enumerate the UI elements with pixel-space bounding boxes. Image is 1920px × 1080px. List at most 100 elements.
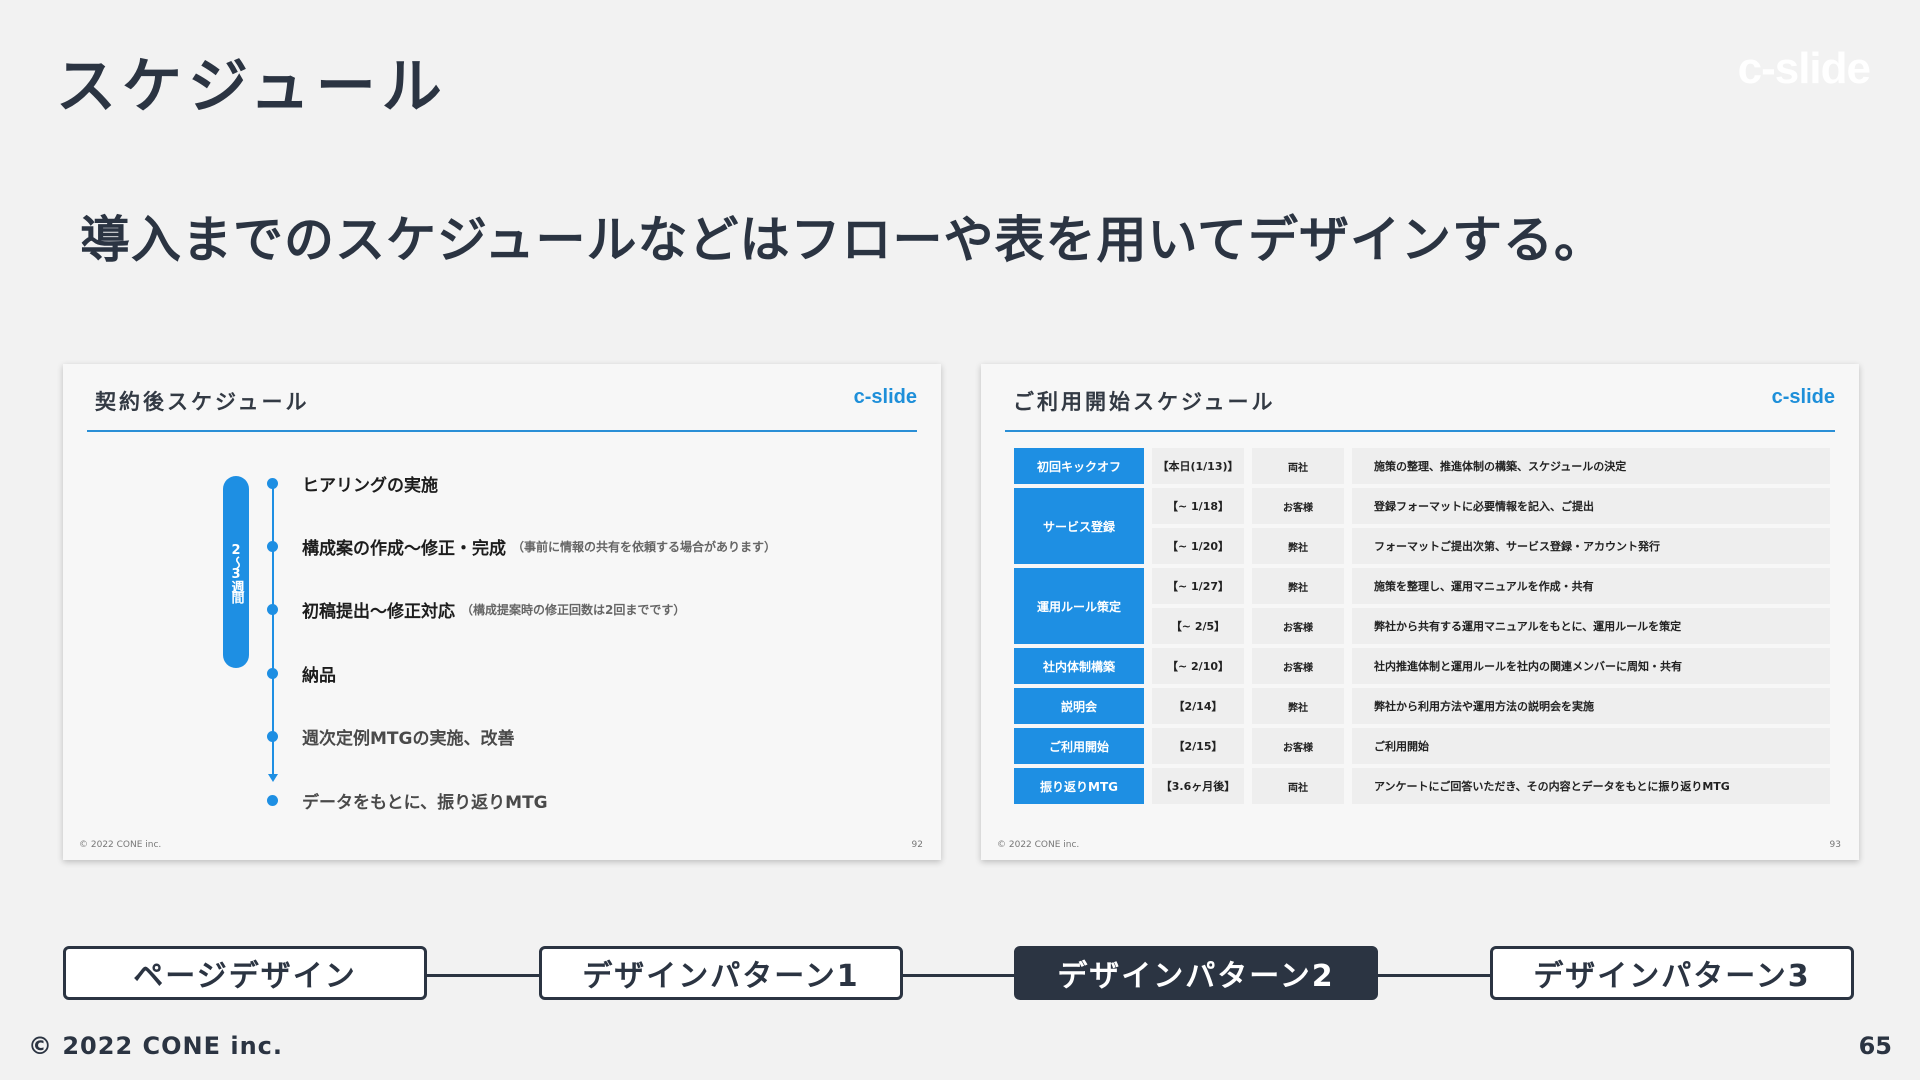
schedule-group: ご利用開始 【2/15】 お客様 ご利用開始 — [1014, 728, 1830, 764]
schedule-party: お客様 — [1252, 648, 1344, 684]
schedule-party: お客様 — [1252, 728, 1344, 764]
slide-divider — [87, 430, 917, 432]
schedule-date: 【本日(1/13)】 — [1152, 448, 1244, 484]
schedule-description: ご利用開始 — [1352, 728, 1830, 764]
schedule-party: お客様 — [1252, 488, 1344, 524]
schedule-date: 【~ 1/27】 — [1152, 568, 1244, 604]
phase-label: ご利用開始 — [1014, 728, 1144, 764]
timeline-item: ヒアリングの実施 — [267, 473, 438, 496]
timeline-item-text: データをもとに、振り返りMTG — [302, 792, 548, 813]
nav-button-2[interactable]: デザインパターン1 — [539, 946, 903, 1000]
slide-page-number: 92 — [911, 840, 923, 850]
nav-button-3[interactable]: デザインパターン2 — [1014, 946, 1378, 1000]
table-row: 【~ 1/27】 弊社 施策を整理し、運用マニュアルを作成・共有 — [1152, 568, 1830, 604]
duration-label: 2〜3週間 — [228, 542, 244, 602]
schedule-description: 弊社から共有する運用マニュアルをもとに、運用ルールを策定 — [1352, 608, 1830, 644]
table-row: 【本日(1/13)】 両社 施策の整理、推進体制の構築、スケジュールの決定 — [1152, 448, 1830, 484]
schedule-date: 【~ 2/5】 — [1152, 608, 1244, 644]
nav-button-1[interactable]: ページデザイン — [63, 946, 427, 1000]
schedule-date: 【~ 1/20】 — [1152, 528, 1244, 564]
schedule-party: 弊社 — [1252, 688, 1344, 724]
timeline-dot-icon — [267, 540, 278, 552]
schedule-group: 初回キックオフ 【本日(1/13)】 両社 施策の整理、推進体制の構築、スケジュールの… — [1014, 448, 1830, 484]
schedule-rows: 【~ 1/27】 弊社 施策を整理し、運用マニュアルを作成・共有 【~ 2/5】 お客様… — [1152, 568, 1830, 644]
schedule-description: 施策の整理、推進体制の構築、スケジュールの決定 — [1352, 448, 1830, 484]
schedule-party: 弊社 — [1252, 528, 1344, 564]
schedule-date: 【2/14】 — [1152, 688, 1244, 724]
schedule-group: 運用ルール策定 【~ 1/27】 弊社 施策を整理し、運用マニュアルを作成・共有 【~ … — [1014, 568, 1830, 644]
timeline-item-note: （構成提案時の修正回数は2回までです） — [461, 602, 686, 617]
slide-logo: c-slide — [1771, 386, 1835, 408]
page-title: スケジュール — [56, 52, 448, 122]
schedule-date: 【3.6ヶ月後】 — [1152, 768, 1244, 804]
schedule-group: 社内体制構築 【~ 2/10】 お客様 社内推進体制と運用ルールを社内の関連メンバーに… — [1014, 648, 1830, 684]
table-row: 【~ 2/5】 お客様 弊社から共有する運用マニュアルをもとに、運用ルールを策定 — [1152, 608, 1830, 644]
schedule-description: 弊社から利用方法や運用方法の説明会を実施 — [1352, 688, 1830, 724]
timeline-dot-icon — [267, 603, 278, 615]
schedule-description: 施策を整理し、運用マニュアルを作成・共有 — [1352, 568, 1830, 604]
timeline-item-text: 初稿提出〜修正対応 — [302, 601, 455, 622]
schedule-party: 両社 — [1252, 768, 1344, 804]
timeline-item-text: 構成案の作成〜修正・完成 — [302, 538, 506, 559]
timeline-item: 初稿提出〜修正対応 （構成提案時の修正回数は2回までです） — [267, 599, 686, 622]
slide-divider — [1005, 430, 1835, 432]
brand-logo: c-slide — [1737, 44, 1871, 93]
schedule-date: 【~ 2/10】 — [1152, 648, 1244, 684]
phase-label: 振り返りMTG — [1014, 768, 1144, 804]
timeline-dot-icon — [267, 477, 278, 489]
schedule-description: 登録フォーマットに必要情報を記入、ご提出 — [1352, 488, 1830, 524]
schedule-rows: 【2/15】 お客様 ご利用開始 — [1152, 728, 1830, 764]
timeline-item: データをもとに、振り返りMTG — [267, 790, 548, 813]
schedule-party: 弊社 — [1252, 568, 1344, 604]
timeline-item-text: 週次定例MTGの実施、改善 — [302, 728, 515, 749]
slide-title: 契約後スケジュール — [95, 390, 310, 414]
schedule-rows: 【2/14】 弊社 弊社から利用方法や運用方法の説明会を実施 — [1152, 688, 1830, 724]
footer-page-number: 65 — [1858, 1032, 1892, 1060]
schedule-group: サービス登録 【~ 1/18】 お客様 登録フォーマットに必要情報を記入、ご提出 【~ … — [1014, 488, 1830, 564]
slide-page-number: 93 — [1829, 840, 1841, 850]
table-row: 【~ 1/20】 弊社 フォーマットご提出次第、サービス登録・アカウント発行 — [1152, 528, 1830, 564]
duration-bar: 2〜3週間 — [223, 476, 249, 668]
schedule-party: 両社 — [1252, 448, 1344, 484]
schedule-date: 【~ 1/18】 — [1152, 488, 1244, 524]
schedule-party: お客様 — [1252, 608, 1344, 644]
schedule-group: 説明会 【2/14】 弊社 弊社から利用方法や運用方法の説明会を実施 — [1014, 688, 1830, 724]
schedule-rows: 【~ 2/10】 お客様 社内推進体制と運用ルールを社内の関連メンバーに周知・共有 — [1152, 648, 1830, 684]
phase-label: 運用ルール策定 — [1014, 568, 1144, 644]
slide-title: ご利用開始スケジュール — [1013, 390, 1276, 414]
schedule-rows: 【本日(1/13)】 両社 施策の整理、推進体制の構築、スケジュールの決定 — [1152, 448, 1830, 484]
slide-thumbnail-contract-schedule[interactable]: 契約後スケジュール c-slide 2〜3週間 ヒアリングの実施 構成案の作成〜修… — [63, 364, 941, 860]
schedule-rows: 【3.6ヶ月後】 両社 アンケートにご回答いただき、その内容とデータをもとに振り返り… — [1152, 768, 1830, 804]
table-row: 【3.6ヶ月後】 両社 アンケートにご回答いただき、その内容とデータをもとに振り返り… — [1152, 768, 1830, 804]
timeline-item-text: 納品 — [302, 665, 336, 686]
nav-button-4[interactable]: デザインパターン3 — [1490, 946, 1854, 1000]
timeline-arrow-icon — [268, 774, 278, 782]
slide-copyright: © 2022 CONE inc. — [79, 840, 162, 850]
phase-label: 社内体制構築 — [1014, 648, 1144, 684]
timeline-item-note: （事前に情報の共有を依頼する場合があります） — [512, 539, 777, 554]
table-row: 【2/15】 お客様 ご利用開始 — [1152, 728, 1830, 764]
schedule-rows: 【~ 1/18】 お客様 登録フォーマットに必要情報を記入、ご提出 【~ 1/20】弊… — [1152, 488, 1830, 564]
timeline-dot-icon — [267, 667, 278, 679]
schedule-description: フォーマットご提出次第、サービス登録・アカウント発行 — [1352, 528, 1830, 564]
schedule-table: 初回キックオフ 【本日(1/13)】 両社 施策の整理、推進体制の構築、スケジュールの… — [1014, 448, 1830, 808]
phase-label: 説明会 — [1014, 688, 1144, 724]
headline: 導入までのスケジュールなどはフローや表を用いてデザインする。 — [80, 211, 1605, 269]
timeline-dot-icon — [267, 794, 278, 806]
timeline-item-text: ヒアリングの実施 — [302, 475, 438, 496]
table-row: 【~ 1/18】 お客様 登録フォーマットに必要情報を記入、ご提出 — [1152, 488, 1830, 524]
footer-copyright: © 2022 CONE inc. — [28, 1032, 284, 1060]
schedule-description: 社内推進体制と運用ルールを社内の関連メンバーに周知・共有 — [1352, 648, 1830, 684]
table-row: 【~ 2/10】 お客様 社内推進体制と運用ルールを社内の関連メンバーに周知・共有 — [1152, 648, 1830, 684]
phase-label: サービス登録 — [1014, 488, 1144, 564]
schedule-group: 振り返りMTG 【3.6ヶ月後】 両社 アンケートにご回答いただき、その内容とデータを… — [1014, 768, 1830, 804]
slide-thumbnail-start-schedule[interactable]: ご利用開始スケジュール c-slide 初回キックオフ 【本日(1/13)】 両社施… — [981, 364, 1859, 860]
slide-copyright: © 2022 CONE inc. — [997, 840, 1080, 850]
table-row: 【2/14】 弊社 弊社から利用方法や運用方法の説明会を実施 — [1152, 688, 1830, 724]
timeline-dot-icon — [267, 730, 278, 742]
phase-label: 初回キックオフ — [1014, 448, 1144, 484]
timeline-item: 週次定例MTGの実施、改善 — [267, 726, 515, 749]
schedule-date: 【2/15】 — [1152, 728, 1244, 764]
timeline-item: 構成案の作成〜修正・完成 （事前に情報の共有を依頼する場合があります） — [267, 536, 777, 559]
schedule-description: アンケートにご回答いただき、その内容とデータをもとに振り返りMTG — [1352, 768, 1830, 804]
